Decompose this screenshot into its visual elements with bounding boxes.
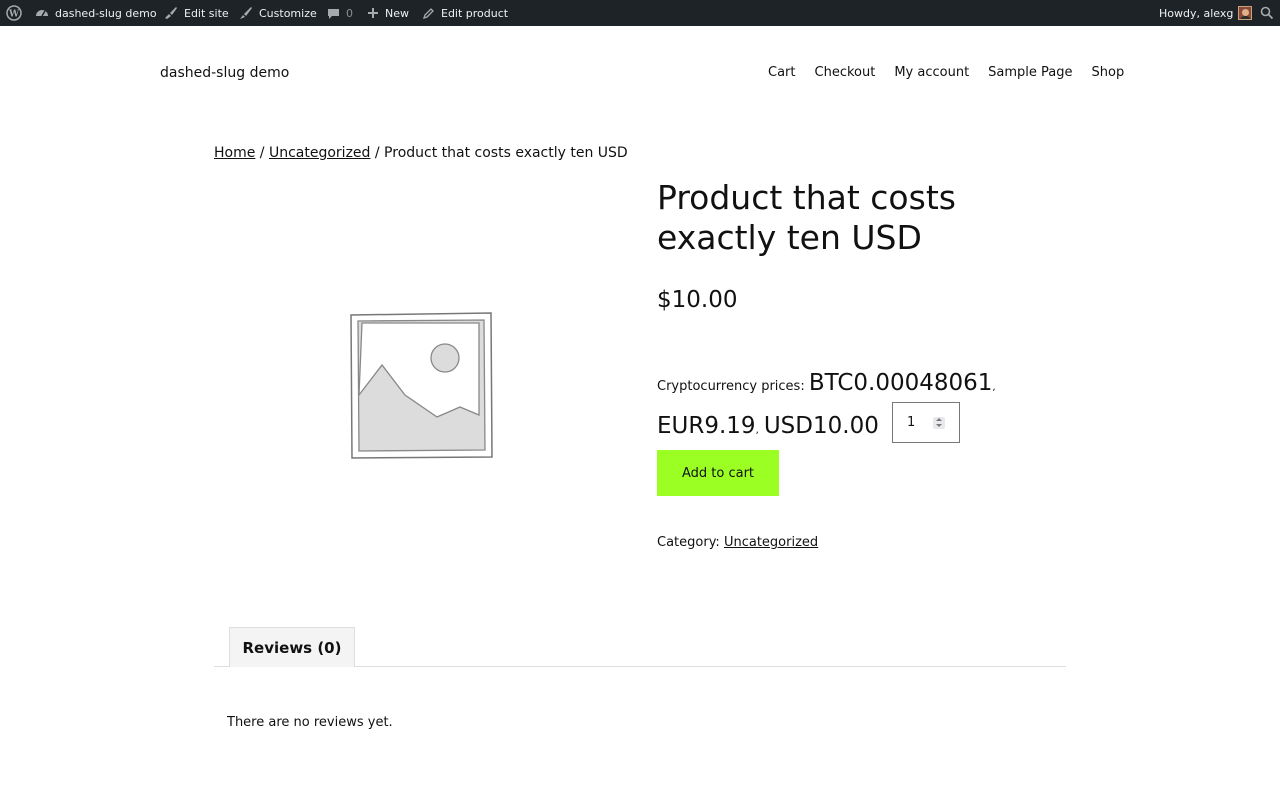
- cryptocurrency-prices: Cryptocurrency prices: BTC0.00048061, EU…: [657, 364, 1017, 450]
- product-title: Product that costs exactly ten USD: [657, 178, 956, 257]
- add-to-cart-button[interactable]: Add to cart: [657, 450, 779, 496]
- crypto-separator: ,: [992, 382, 996, 393]
- crypto-separator: ,: [755, 425, 759, 436]
- wordpress-logo-icon[interactable]: W: [6, 0, 22, 26]
- search-icon[interactable]: [1260, 0, 1274, 26]
- image-placeholder-icon: [350, 312, 493, 459]
- breadcrumb-current: Product that costs exactly ten USD: [384, 145, 628, 161]
- dashboard-icon: [36, 10, 48, 17]
- breadcrumb: Home / Uncategorized / Product that cost…: [214, 145, 628, 161]
- admin-bar: W dashed-slug demo Edit site Customize 0…: [0, 0, 1280, 26]
- nav-item-shop[interactable]: Shop: [1092, 65, 1125, 80]
- avatar: [1238, 6, 1253, 20]
- crypto-price-eur: EUR9.19: [657, 413, 756, 439]
- paintbrush-icon: [165, 7, 177, 19]
- breadcrumb-home[interactable]: Home: [214, 145, 255, 161]
- category-link[interactable]: Uncategorized: [724, 535, 818, 550]
- customize-link[interactable]: Customize: [239, 0, 317, 26]
- plus-icon: [368, 8, 378, 18]
- comments-count: 0: [346, 6, 353, 20]
- nav-item-sample-page[interactable]: Sample Page: [988, 65, 1072, 80]
- no-reviews-text: There are no reviews yet.: [227, 715, 393, 730]
- nav-item-cart[interactable]: Cart: [768, 65, 796, 80]
- nav-item-checkout[interactable]: Checkout: [815, 65, 876, 80]
- comments-link[interactable]: 0: [327, 0, 353, 26]
- breadcrumb-separator: /: [255, 145, 269, 161]
- crypto-prices-label: Cryptocurrency prices:: [657, 379, 809, 394]
- category-label: Category:: [657, 535, 724, 550]
- edit-site-label: Edit site: [184, 6, 229, 20]
- product-image[interactable]: [214, 180, 626, 592]
- howdy-label: Howdy, alexg: [1159, 6, 1234, 20]
- my-account-link[interactable]: Howdy, alexg: [1159, 0, 1253, 26]
- product-category: Category: Uncategorized: [657, 535, 818, 550]
- new-content-link[interactable]: New: [367, 0, 409, 26]
- main-navigation: Cart Checkout My account Sample Page Sho…: [768, 65, 1124, 80]
- edit-site-link[interactable]: Edit site: [163, 0, 229, 26]
- brush-icon: [240, 7, 252, 19]
- site-name-link[interactable]: dashed-slug demo: [35, 0, 157, 26]
- quantity-input[interactable]: 1: [892, 402, 960, 443]
- svg-text:W: W: [8, 10, 20, 20]
- quantity-value: 1: [907, 415, 916, 430]
- quantity-stepper[interactable]: [933, 417, 945, 429]
- tab-reviews[interactable]: Reviews (0): [229, 627, 355, 667]
- breadcrumb-category[interactable]: Uncategorized: [269, 145, 370, 161]
- customize-label: Customize: [259, 6, 317, 20]
- product-price: $10.00: [657, 287, 738, 313]
- new-label: New: [385, 6, 409, 20]
- edit-product-label: Edit product: [441, 6, 509, 20]
- site-title[interactable]: dashed-slug demo: [160, 65, 289, 81]
- crypto-price-btc: BTC0.00048061: [808, 370, 993, 396]
- crypto-price-usd: USD10.00: [763, 413, 879, 439]
- site-name-label: dashed-slug demo: [55, 6, 157, 20]
- edit-product-link[interactable]: Edit product: [422, 0, 508, 26]
- comment-bubble-icon: [328, 8, 339, 19]
- nav-item-my-account[interactable]: My account: [894, 65, 969, 80]
- pencil-icon: [422, 7, 434, 19]
- breadcrumb-separator: /: [370, 145, 385, 161]
